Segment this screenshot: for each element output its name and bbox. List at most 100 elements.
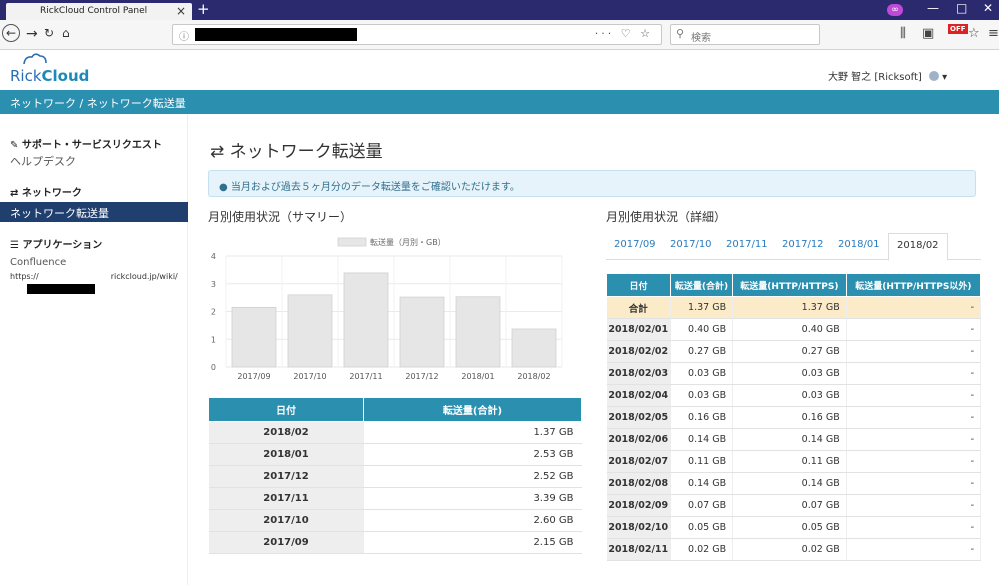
breadcrumb: ネットワーク / ネットワーク転送量 xyxy=(0,90,999,114)
table-header[interactable]: 転送量(HTTP/HTTPS以外) xyxy=(845,273,982,297)
tab-month-2018-01[interactable]: 2018/01 xyxy=(838,239,880,250)
total-cell: 0.14 GB xyxy=(670,472,734,495)
exchange-icon: ⇄ xyxy=(210,142,225,162)
user-menu[interactable]: 大野 智之 [Ricksoft] ▾ xyxy=(828,68,947,83)
table-row: 2018/02 1.37 GB xyxy=(208,421,582,444)
summary-bar-chart: 転送量（月別・GB） 0 1 2 3 4 2017/09 2017/10 2017/11 2017… xyxy=(211,237,563,381)
date-cell: 2017/10 xyxy=(208,509,364,532)
new-tab-button[interactable]: + xyxy=(197,0,210,18)
maximize-icon[interactable]: □ xyxy=(956,1,967,15)
url-redacted xyxy=(27,284,95,294)
y-tick-label: 1 xyxy=(211,335,216,344)
info-icon[interactable]: ⓘ xyxy=(179,28,189,43)
value-cell: 2.52 GB xyxy=(363,465,582,488)
sidebar-item-helpdesk[interactable]: ヘルプデスク xyxy=(10,153,76,169)
forward-icon[interactable]: → xyxy=(26,26,38,42)
home-icon[interactable]: ⌂ xyxy=(62,26,70,40)
back-icon[interactable]: ← xyxy=(2,24,20,42)
page-actions-icon[interactable]: ··· ♡ ☆ xyxy=(595,27,653,40)
total-cell: 1.37 GB xyxy=(670,296,734,319)
info-alert: ● 当月および過去５ヶ月分のデータ転送量をご確認いただけます。 xyxy=(208,170,976,197)
value-cell: 3.39 GB xyxy=(363,487,582,510)
bookmark-star-icon[interactable]: ☆ xyxy=(968,26,980,41)
bar xyxy=(511,328,557,368)
table-row: 2018/02/03 0.03 GB 0.03 GB - xyxy=(606,362,982,385)
tab-close-icon[interactable]: × xyxy=(176,4,186,18)
sidebar-item-network-transfer[interactable]: ネットワーク転送量 xyxy=(0,202,188,222)
sidebar-item-confluence[interactable]: Confluence xyxy=(10,257,66,268)
tab-month-2017-10[interactable]: 2017/10 xyxy=(670,239,712,250)
table-header[interactable]: 日付 xyxy=(208,397,364,422)
value-cell: 2.15 GB xyxy=(363,531,582,554)
date-cell: 2018/02/09 xyxy=(606,494,671,517)
date-cell: 2017/09 xyxy=(208,531,364,554)
tab-month-2017-09[interactable]: 2017/09 xyxy=(614,239,656,250)
total-cell: 0.03 GB xyxy=(670,384,734,407)
menu-icon[interactable]: ≡ xyxy=(988,26,999,41)
total-cell: 0.05 GB xyxy=(670,516,734,539)
other-cell: - xyxy=(846,516,982,539)
other-cell: - xyxy=(846,472,982,495)
detail-title: 月別使用状況（詳細） xyxy=(606,210,727,224)
table-row: 2018/02/04 0.03 GB 0.03 GB - xyxy=(606,384,982,407)
http-cell: 0.14 GB xyxy=(732,472,847,495)
table-header[interactable]: 転送量(合計) xyxy=(363,397,582,422)
close-window-icon[interactable]: ✕ xyxy=(983,1,993,15)
x-tick-label: 2018/01 xyxy=(461,372,494,381)
total-cell: 0.14 GB xyxy=(670,428,734,451)
search-placeholder: 検索 xyxy=(691,33,711,44)
value-cell: 2.60 GB xyxy=(363,509,582,532)
tab-month-2018-02[interactable]: 2018/02 xyxy=(888,233,948,261)
table-row: 2018/01 2.53 GB xyxy=(208,443,582,466)
sidebar-section-support: ✎ サポート・サービスリクエスト xyxy=(10,140,162,151)
browser-nav-bar: ← → ↻ ⌂ ⓘ ··· ♡ ☆ ⚲ 検索 ⫼ ▣ OFF ☆ ≡ xyxy=(0,20,999,50)
user-name: 大野 智之 [Ricksoft] xyxy=(828,72,922,83)
table-row: 2018/02/01 0.40 GB 0.40 GB - xyxy=(606,318,982,341)
date-cell: 2018/01 xyxy=(208,443,364,466)
bar xyxy=(231,306,277,368)
url-bar[interactable]: ⓘ ··· ♡ ☆ xyxy=(172,24,662,45)
app-logo[interactable]: RickCloud xyxy=(10,67,89,85)
table-row: 2017/09 2.15 GB xyxy=(208,531,582,554)
table-row: 2018/02/07 0.11 GB 0.11 GB - xyxy=(606,450,982,473)
sidebar-toggle-icon[interactable]: ▣ xyxy=(922,26,934,41)
http-cell: 0.16 GB xyxy=(732,406,847,429)
browser-tab-bar: RickCloud Control Panel × + ∞ — □ ✕ xyxy=(0,0,999,20)
total-cell: 0.40 GB xyxy=(670,318,734,341)
total-cell: 0.02 GB xyxy=(670,538,734,561)
x-tick-label: 2017/12 xyxy=(405,372,438,381)
table-row: 2018/02/10 0.05 GB 0.05 GB - xyxy=(606,516,982,539)
search-input[interactable]: ⚲ 検索 xyxy=(670,24,820,45)
search-icon: ⚲ xyxy=(676,27,685,40)
list-icon: ☰ xyxy=(10,240,19,251)
http-cell: 0.27 GB xyxy=(732,340,847,363)
reload-icon[interactable]: ↻ xyxy=(44,26,54,40)
other-cell: - xyxy=(846,318,982,341)
tab-month-2017-11[interactable]: 2017/11 xyxy=(726,239,768,250)
other-cell: - xyxy=(846,428,982,451)
table-header[interactable]: 日付 xyxy=(606,273,671,297)
tab-month-2017-12[interactable]: 2017/12 xyxy=(782,239,824,250)
minimize-icon[interactable]: — xyxy=(927,1,939,15)
library-icon[interactable]: ⫼ xyxy=(900,26,906,41)
bar xyxy=(455,296,501,368)
date-cell: 2018/02/11 xyxy=(606,538,671,561)
http-cell: 0.14 GB xyxy=(732,428,847,451)
http-cell: 0.03 GB xyxy=(732,362,847,385)
other-cell: - xyxy=(846,406,982,429)
browser-tab[interactable]: RickCloud Control Panel × xyxy=(6,3,192,20)
other-cell: - xyxy=(846,538,982,561)
http-cell: 1.37 GB xyxy=(732,296,847,319)
date-cell: 2018/02/10 xyxy=(606,516,671,539)
table-header[interactable]: 転送量(HTTP/HTTPS) xyxy=(732,273,847,297)
date-cell: 2018/02/07 xyxy=(606,450,671,473)
value-cell: 1.37 GB xyxy=(363,421,582,444)
table-header[interactable]: 転送量(合計) xyxy=(669,273,734,297)
month-tabs: 2017/09 2017/10 2017/11 2017/12 2018/01 2018/… xyxy=(606,233,981,261)
addon-off-badge[interactable]: OFF xyxy=(948,24,968,34)
confluence-url[interactable]: https://rickcloud.jp/wiki/ xyxy=(10,272,178,281)
summary-title: 月別使用状況（サマリー） xyxy=(208,210,353,224)
table-row: 2017/12 2.52 GB xyxy=(208,465,582,488)
http-cell: 0.02 GB xyxy=(732,538,847,561)
http-cell: 0.03 GB xyxy=(732,384,847,407)
